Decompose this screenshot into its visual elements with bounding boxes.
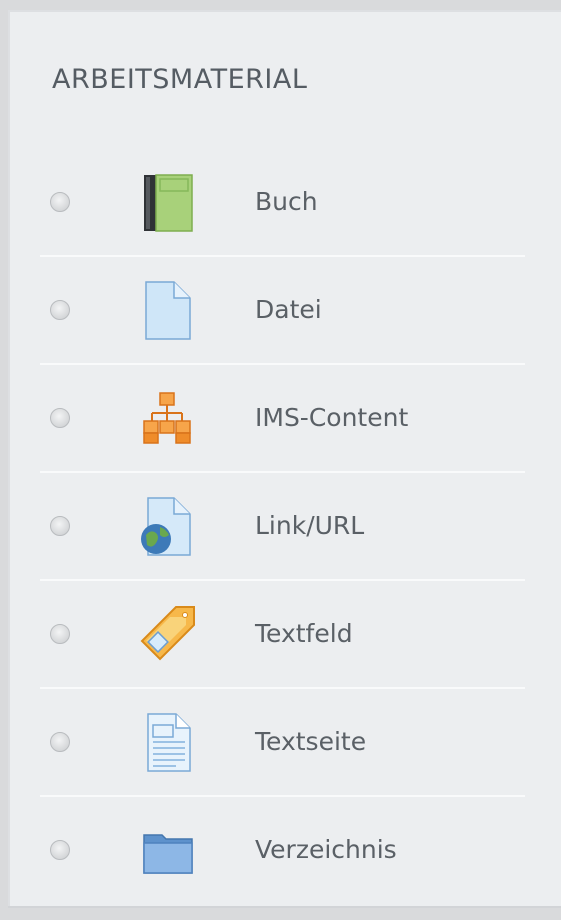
- page-icon: [136, 711, 198, 773]
- item-label: Buch: [255, 187, 318, 216]
- radio-button[interactable]: [50, 840, 70, 860]
- section-title: ARBEITSMATERIAL: [52, 64, 308, 95]
- item-label: Datei: [255, 295, 322, 324]
- item-label: Verzeichnis: [255, 835, 397, 864]
- resources-panel: ARBEITSMATERIAL Buch Datei IMS-Content L…: [8, 10, 561, 908]
- label-tag-icon: [136, 603, 198, 665]
- radio-button[interactable]: [50, 192, 70, 212]
- list-item-verzeichnis[interactable]: Verzeichnis: [10, 797, 561, 905]
- book-icon: [136, 171, 198, 233]
- divider: [8, 906, 561, 908]
- resource-list: Buch Datei IMS-Content Link/URL Textfeld…: [10, 149, 561, 905]
- file-icon: [136, 279, 198, 341]
- list-item-textfeld[interactable]: Textfeld: [10, 581, 561, 689]
- radio-button[interactable]: [50, 516, 70, 536]
- radio-button[interactable]: [50, 732, 70, 752]
- folder-icon: [136, 819, 198, 881]
- item-label: IMS-Content: [255, 403, 409, 432]
- list-item-datei[interactable]: Datei: [10, 257, 561, 365]
- list-item-ims-content[interactable]: IMS-Content: [10, 365, 561, 473]
- item-label: Textseite: [255, 727, 367, 756]
- ims-content-icon: [136, 387, 198, 449]
- radio-button[interactable]: [50, 624, 70, 644]
- item-label: Link/URL: [255, 511, 365, 540]
- radio-button[interactable]: [50, 408, 70, 428]
- item-label: Textfeld: [255, 619, 353, 648]
- url-icon: [136, 495, 198, 557]
- list-item-link-url[interactable]: Link/URL: [10, 473, 561, 581]
- list-item-textseite[interactable]: Textseite: [10, 689, 561, 797]
- list-item-buch[interactable]: Buch: [10, 149, 561, 257]
- radio-button[interactable]: [50, 300, 70, 320]
